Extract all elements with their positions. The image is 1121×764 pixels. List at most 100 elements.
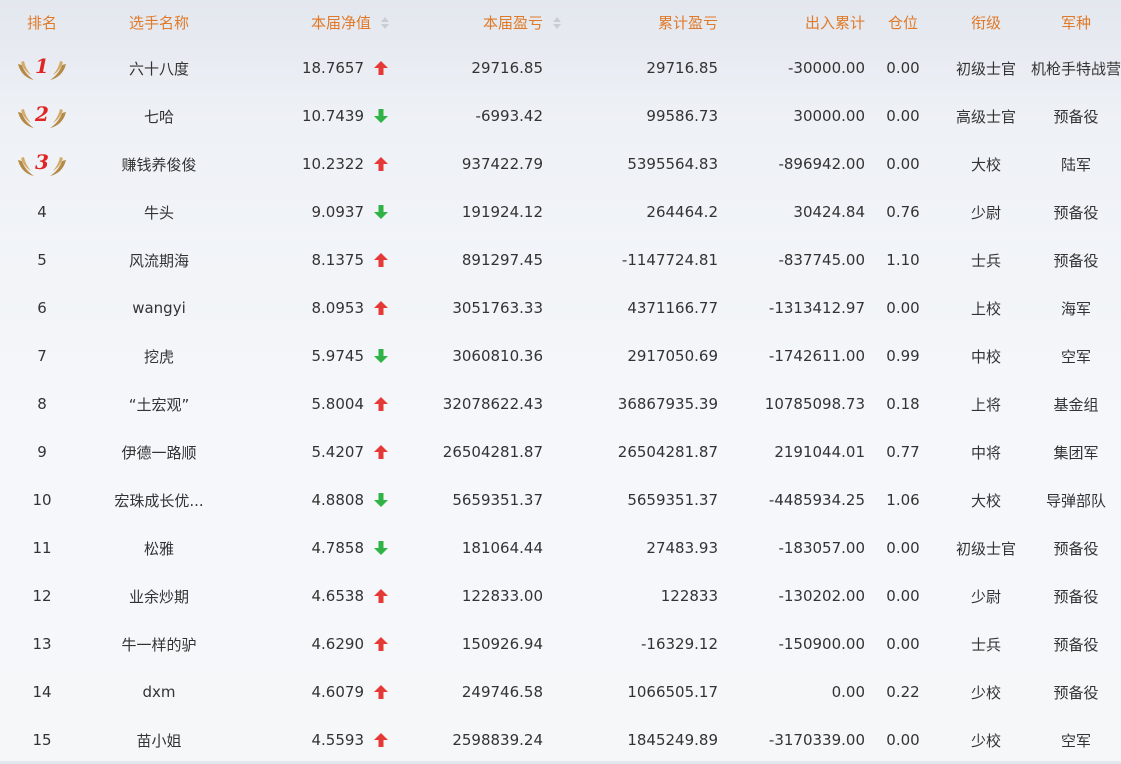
profit-value: 891297.45 xyxy=(461,251,543,269)
rank-title: 大校 xyxy=(970,155,1001,174)
position-cell: 0.00 xyxy=(865,572,941,620)
header-name-label: 选手名称 xyxy=(128,13,189,32)
sort-icon[interactable] xyxy=(552,16,562,30)
player-name[interactable]: 六十八度 xyxy=(129,60,189,78)
cumulative-cell: 99586.73 xyxy=(562,92,718,140)
table-row[interactable]: 5 风流期海 8.1375 891297.45 -1147724.81 -837745.0… xyxy=(0,236,1121,284)
player-name[interactable]: “土宏观” xyxy=(129,396,190,414)
table-row[interactable]: 7 挖虎 5.9745 3060810.36 2917050.69 -1742611.00… xyxy=(0,332,1121,380)
position-value: 0.00 xyxy=(886,155,920,173)
rank-number: 13 xyxy=(32,635,52,653)
player-name-cell: 风流期海 xyxy=(84,236,234,284)
table-row[interactable]: 1 六十八度 18.7657 29716.85 29716.85 -30000.00 0.0… xyxy=(0,44,1121,92)
title-cell: 上将 xyxy=(941,380,1031,428)
player-name[interactable]: 业余炒期 xyxy=(129,588,189,606)
inout-value: -130202.00 xyxy=(778,587,865,605)
player-name-cell: 牛头 xyxy=(84,188,234,236)
table-row[interactable]: 4 牛头 9.0937 191924.12 264464.2 30424.84 0.76 少尉… xyxy=(0,188,1121,236)
player-name[interactable]: 松雅 xyxy=(144,540,174,558)
nav-cell: 18.7657 xyxy=(234,44,390,92)
rank-cell: 2 xyxy=(0,92,84,140)
profit-cell: 249746.58 xyxy=(390,668,562,716)
rank-cell: 9 xyxy=(0,428,84,476)
player-name[interactable]: 宏珠成长优... xyxy=(114,492,203,510)
player-name[interactable]: 七哈 xyxy=(144,108,174,126)
position-value: 0.00 xyxy=(886,59,920,77)
profit-cell: 5659351.37 xyxy=(390,476,562,524)
rank-cell: 4 xyxy=(0,188,84,236)
title-cell: 士兵 xyxy=(941,236,1031,284)
table-row[interactable]: 12 业余炒期 4.6538 122833.00 122833 -130202.00 0.0… xyxy=(0,572,1121,620)
position-value: 0.00 xyxy=(886,539,920,557)
rank-title: 上校 xyxy=(970,299,1001,318)
table-row[interactable]: 13 牛一样的驴 4.6290 150926.94 -16329.12 -150900.0… xyxy=(0,620,1121,668)
player-name[interactable]: 牛一样的驴 xyxy=(121,636,196,654)
position-cell: 0.00 xyxy=(865,620,941,668)
player-name[interactable]: 风流期海 xyxy=(129,252,189,270)
header-title: 衔级 xyxy=(941,0,1031,44)
arrow-up-icon xyxy=(374,589,390,603)
player-name[interactable]: wangyi xyxy=(132,299,186,317)
arrow-down-icon xyxy=(374,349,390,363)
title-cell: 中校 xyxy=(941,332,1031,380)
table-row[interactable]: 10 宏珠成长优... 4.8808 5659351.37 5659351.37 -448… xyxy=(0,476,1121,524)
header-nav-label[interactable]: 本届净值 xyxy=(311,14,371,32)
branch-cell: 预备役 xyxy=(1031,668,1121,716)
position-value: 0.99 xyxy=(886,347,920,365)
player-name[interactable]: 挖虎 xyxy=(144,348,174,366)
arrow-down-icon xyxy=(374,205,390,219)
inout-value: -150900.00 xyxy=(778,635,865,653)
table-row[interactable]: 8 “土宏观” 5.8004 32078622.43 36867935.39 107850… xyxy=(0,380,1121,428)
table-row[interactable]: 6 wangyi 8.0953 3051763.33 4371166.77 -131341… xyxy=(0,284,1121,332)
arrow-up-icon xyxy=(374,61,390,75)
cumulative-value: 5395564.83 xyxy=(627,155,718,173)
header-profit[interactable]: 本届盈亏 xyxy=(390,0,562,44)
rank-title: 大校 xyxy=(970,491,1001,510)
arrow-down-icon xyxy=(374,493,390,507)
nav-value: 9.0937 xyxy=(311,203,365,221)
title-cell: 初级士官 xyxy=(941,524,1031,572)
cumulative-cell: 5659351.37 xyxy=(562,476,718,524)
branch-cell: 预备役 xyxy=(1031,92,1121,140)
player-name[interactable]: 牛头 xyxy=(144,204,174,222)
inout-value: 0.00 xyxy=(831,683,865,701)
player-name[interactable]: dxm xyxy=(142,683,175,701)
table-row[interactable]: 15 苗小姐 4.5593 2598839.24 1845249.89 -3170339.… xyxy=(0,716,1121,764)
branch: 海军 xyxy=(1060,299,1091,318)
nav-cell: 9.0937 xyxy=(234,188,390,236)
player-name[interactable]: 苗小姐 xyxy=(136,732,181,750)
position-cell: 0.00 xyxy=(865,524,941,572)
header-profit-label[interactable]: 本届盈亏 xyxy=(483,14,543,32)
player-name[interactable]: 赚钱养俊俊 xyxy=(121,156,196,174)
branch-cell: 预备役 xyxy=(1031,188,1121,236)
nav-value: 10.7439 xyxy=(301,107,364,125)
player-name-cell: 牛一样的驴 xyxy=(84,620,234,668)
profit-cell: 32078622.43 xyxy=(390,380,562,428)
table-row[interactable]: 9 伊德一路顺 5.4207 26504281.87 26504281.87 219104… xyxy=(0,428,1121,476)
branch-cell: 导弹部队 xyxy=(1031,476,1121,524)
nav-value: 18.7657 xyxy=(301,59,364,77)
nav-value: 8.0953 xyxy=(311,299,365,317)
cumulative-value: -1147724.81 xyxy=(621,251,718,269)
branch: 集团军 xyxy=(1053,443,1099,462)
branch: 预备役 xyxy=(1053,587,1099,606)
cumulative-value: -16329.12 xyxy=(641,635,718,653)
cumulative-value: 29716.85 xyxy=(646,59,718,77)
profit-value: 26504281.87 xyxy=(442,443,543,461)
header-nav[interactable]: 本届净值 xyxy=(234,0,390,44)
branch-cell: 基金组 xyxy=(1031,380,1121,428)
table-row[interactable]: 2 七哈 10.7439 -6993.42 99586.73 30000.00 0.00 高级… xyxy=(0,92,1121,140)
inout-value: -1742611.00 xyxy=(768,347,865,365)
table-row[interactable]: 14 dxm 4.6079 249746.58 1066505.17 0.00 0.22 少校… xyxy=(0,668,1121,716)
sort-icon[interactable] xyxy=(380,16,390,30)
cumulative-value: 5659351.37 xyxy=(627,491,718,509)
inout-cell: 10785098.73 xyxy=(718,380,865,428)
header-branch-label: 军种 xyxy=(1060,13,1091,32)
player-name[interactable]: 伊德一路顺 xyxy=(121,444,196,462)
arrow-up-icon xyxy=(374,637,390,651)
table-row[interactable]: 11 松雅 4.7858 181064.44 27483.93 -183057.00 0.0… xyxy=(0,524,1121,572)
table-row[interactable]: 3 赚钱养俊俊 10.2322 937422.79 5395564.83 -896942.… xyxy=(0,140,1121,188)
cumulative-value: 27483.93 xyxy=(646,539,718,557)
inout-cell: 2191044.01 xyxy=(718,428,865,476)
branch-cell: 海军 xyxy=(1031,284,1121,332)
